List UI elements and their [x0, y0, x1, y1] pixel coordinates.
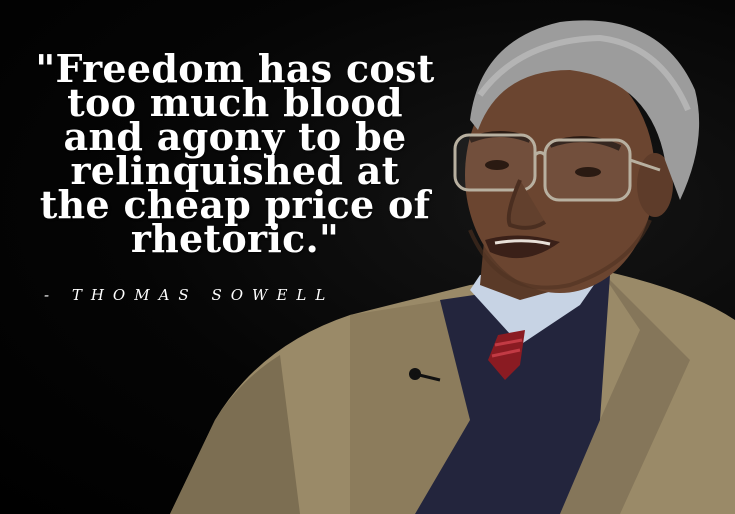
jacket-shadow	[170, 355, 300, 514]
quote-line: rhetoric."	[130, 216, 340, 261]
quote-image: "Freedom has cost too much blood and ago…	[0, 0, 735, 514]
quote-text: "Freedom has cost too much blood and ago…	[20, 50, 450, 261]
quote-attribution: - THOMAS SOWELL	[44, 286, 335, 304]
